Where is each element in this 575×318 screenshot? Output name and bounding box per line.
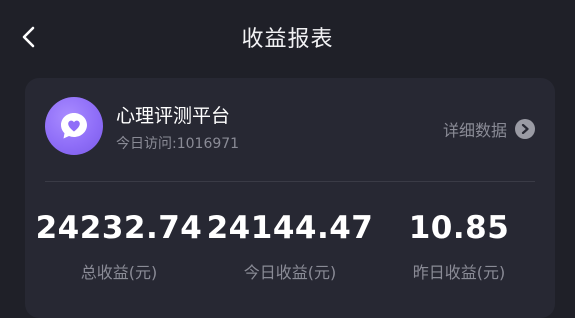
divider: [45, 181, 535, 182]
nav-header: 收益报表: [0, 0, 575, 74]
stat-total-earnings: 24232.74 总收益(元): [31, 208, 207, 284]
details-label[interactable]: 详细数据: [443, 117, 507, 141]
stat-today-earnings: 24144.47 今日收益(元): [202, 208, 378, 284]
stat-label: 今日收益(元): [243, 263, 337, 282]
stat-value: 24232.74: [35, 210, 203, 246]
stats-row: 24232.74 总收益(元) 24144.47 今日收益(元) 10.85 昨…: [25, 208, 555, 308]
today-visits: 今日访问:1016971: [116, 136, 240, 152]
earnings-card: 心理评测平台 今日访问:1016971 详细数据 24232.74 总收益(元)…: [25, 78, 555, 318]
details-link[interactable]: 详细数据: [443, 117, 535, 141]
heart-chat-icon: [61, 113, 87, 139]
stat-yesterday-earnings: 10.85 昨日收益(元): [371, 208, 547, 284]
app-name: 心理评测平台: [116, 105, 231, 127]
stat-value: 10.85: [408, 210, 510, 246]
app-info-row: 心理评测平台 今日访问:1016971 详细数据: [25, 78, 555, 180]
stat-value: 24144.47: [206, 210, 374, 246]
app-logo: [45, 97, 103, 155]
stat-label: 昨日收益(元): [412, 263, 506, 282]
stat-label: 总收益(元): [80, 263, 158, 282]
page-title: 收益报表: [241, 27, 334, 52]
chevron-right-circle-icon[interactable]: [515, 119, 535, 139]
